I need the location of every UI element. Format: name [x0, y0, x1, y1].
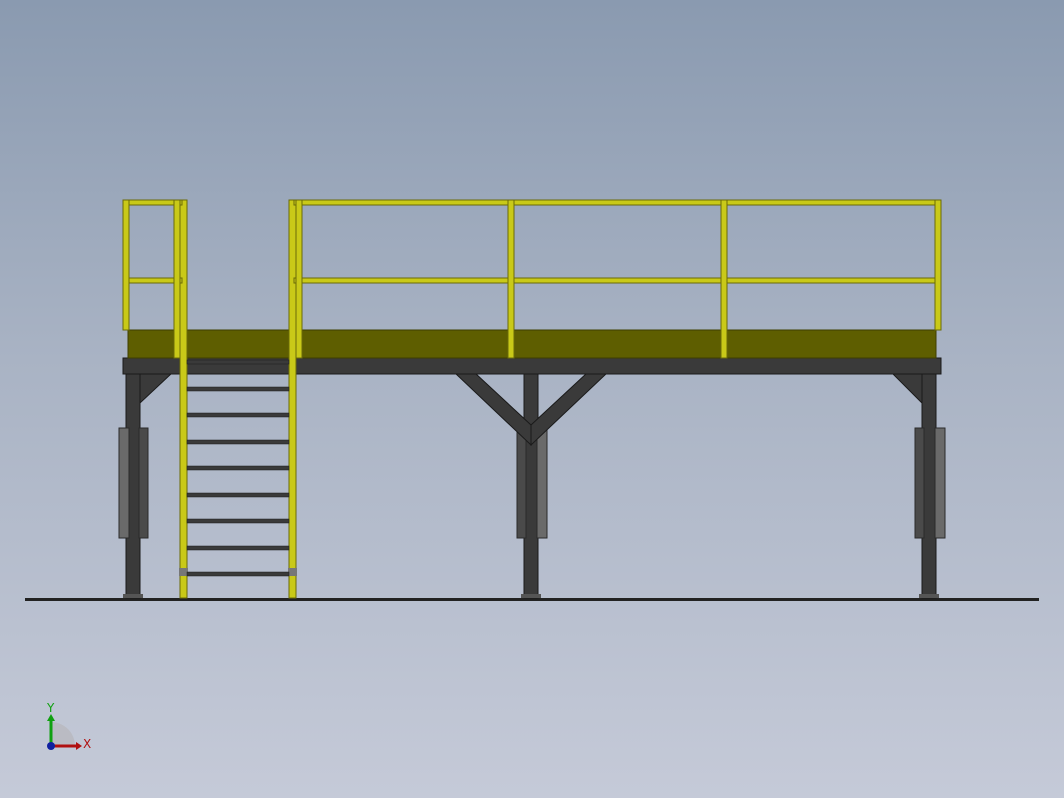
- post-right-2: [507, 199, 515, 359]
- ladder-rung: [186, 465, 290, 471]
- plate-left-inner: [138, 427, 149, 539]
- support-columns: [118, 372, 946, 599]
- platform-drawing: X Y: [25, 199, 1039, 751]
- post-right-3: [720, 199, 728, 359]
- rail-top-right: [293, 199, 941, 206]
- post-right-4: [934, 199, 942, 331]
- brace-right: [890, 372, 923, 405]
- triad-z-dot: [47, 742, 55, 750]
- ladder-rung: [186, 492, 290, 498]
- rail-mid-right: [293, 277, 941, 284]
- foot-right: [919, 594, 939, 598]
- ladder-stile-left: [179, 199, 188, 599]
- post-left-inner: [173, 199, 181, 359]
- triad-quadrant: [51, 722, 75, 746]
- plate-center-b: [536, 427, 548, 539]
- triad-x-label: X: [83, 737, 91, 751]
- ladder-rung: [186, 545, 290, 551]
- triad-y-arrow: [47, 714, 55, 721]
- axis-triad: X Y: [46, 701, 91, 751]
- ladder-rung: [186, 439, 290, 445]
- post-right-1: [295, 199, 303, 359]
- plate-right-b: [934, 427, 946, 539]
- plate-left: [118, 427, 130, 539]
- triad-y-label: Y: [46, 701, 55, 715]
- ladder-rung: [186, 359, 290, 365]
- triad-x-arrow: [76, 742, 82, 750]
- ladder-bottom-block-left: [179, 568, 188, 576]
- rail-top-left: [123, 199, 183, 206]
- ladder-rung: [186, 571, 290, 577]
- cad-viewport[interactable]: X Y: [0, 0, 1064, 798]
- brace-center-left: [453, 372, 532, 447]
- ladder-stile-right: [288, 199, 297, 599]
- ladder-rung: [186, 412, 290, 418]
- foot-center: [521, 594, 541, 598]
- brace-left: [139, 372, 174, 405]
- foot-left: [123, 594, 143, 598]
- brace-center-right: [530, 372, 609, 447]
- ladder-bottom-block-right: [288, 568, 297, 576]
- ladder-rung: [186, 518, 290, 524]
- plate-right-a: [914, 427, 925, 539]
- ladder-rung: [186, 386, 290, 392]
- deck-plate: [127, 329, 937, 359]
- post-left-outer: [122, 199, 130, 331]
- ladder: [179, 199, 297, 599]
- rail-mid-left: [123, 277, 183, 284]
- plate-center-a: [516, 427, 527, 539]
